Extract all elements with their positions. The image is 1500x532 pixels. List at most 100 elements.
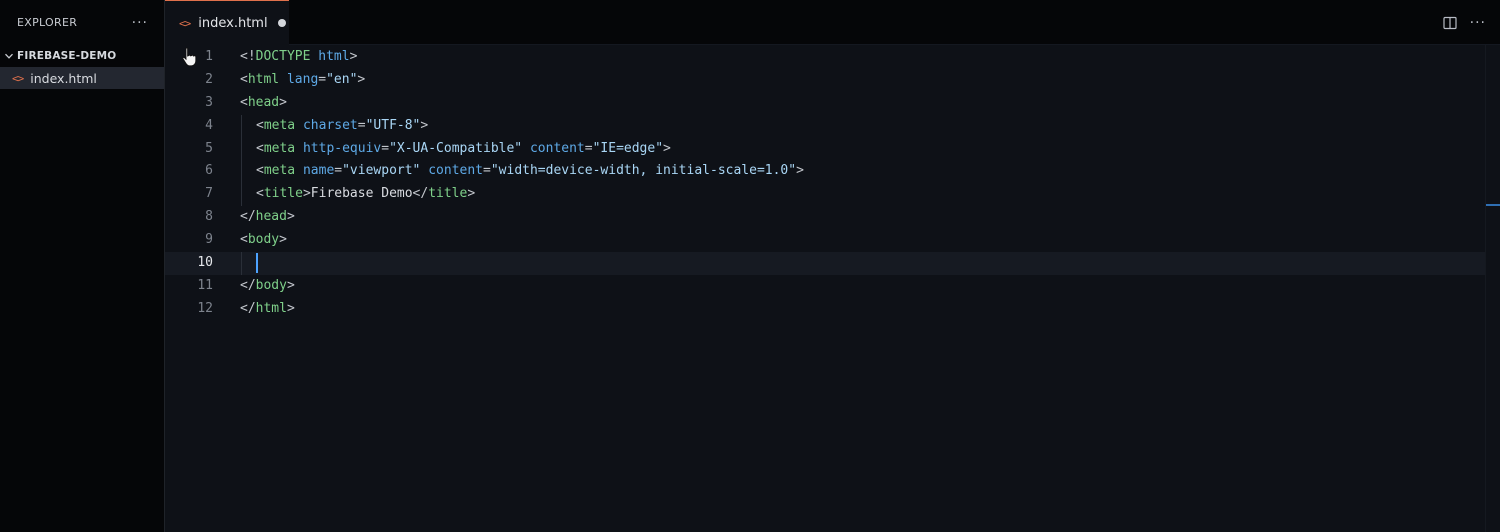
code-token: charset (302, 117, 358, 133)
code-token: lang (286, 71, 319, 87)
code-token: </ (412, 186, 429, 202)
code-token: <! (240, 49, 256, 64)
code-line[interactable]: 11 </body> (165, 275, 1486, 298)
code-token: > (286, 300, 295, 316)
code-token: title (428, 186, 468, 202)
indent-guide (240, 183, 256, 207)
code-token: body (255, 277, 287, 293)
file-item-index-html[interactable]: <> index.html (0, 67, 164, 89)
code-token: = (381, 140, 390, 156)
code-line[interactable]: 9 <body> (165, 229, 1486, 252)
code-token: = (483, 163, 491, 179)
code-token: "width=device-width, initial-scale=1.0" (490, 163, 797, 179)
code-line[interactable]: 12 </html> (165, 298, 1486, 321)
code-token: title (263, 186, 303, 202)
line-content: </head> (240, 206, 295, 229)
tab-label: index.html (198, 15, 268, 31)
code-token: > (286, 209, 295, 225)
code-token: http-equiv (302, 140, 382, 156)
line-content (240, 252, 258, 275)
code-token: = (357, 117, 366, 133)
tab-index-html[interactable]: <> index.html (165, 0, 289, 45)
indent-guide (240, 114, 256, 138)
code-token: "en" (326, 71, 358, 87)
folder-firebase-demo[interactable]: FIREBASE-DEMO (0, 45, 164, 67)
code-token: > (286, 277, 295, 293)
explorer-more-icon[interactable]: ··· (132, 16, 148, 30)
code-token: "X-UA-Compatible" (389, 140, 523, 156)
code-token: content (428, 163, 484, 179)
code-token: DOCTYPE (255, 49, 311, 64)
code-token: meta (263, 117, 296, 133)
unsaved-dot-icon[interactable] (277, 19, 286, 27)
tab-bar: <> index.html ··· (165, 0, 1500, 45)
code-editor[interactable]: 1 <!DOCTYPE html> 2 <html lang="en"> 3 <head>… (165, 45, 1486, 532)
code-line[interactable]: 4 <meta charset="UTF-8"> (165, 114, 1486, 138)
code-token: > (279, 94, 287, 110)
code-token: > (279, 232, 287, 248)
line-content: <body> (240, 229, 287, 252)
code-line[interactable]: 5 <meta http-equiv="X-UA-Compatible" cont… (165, 137, 1486, 161)
editor-more-icon[interactable]: ··· (1470, 15, 1486, 31)
code-token: < (240, 232, 248, 248)
chevron-down-icon (5, 53, 13, 59)
line-number: 3 (205, 94, 213, 110)
vertical-scrollbar[interactable] (1485, 45, 1500, 532)
text-caret (256, 252, 258, 273)
code-token: </ (240, 209, 256, 225)
line-number: 2 (205, 71, 213, 87)
code-token: < (256, 140, 264, 156)
editor-actions: ··· (1443, 0, 1486, 45)
split-editor-icon[interactable] (1443, 16, 1457, 30)
code-token: </ (240, 300, 256, 316)
code-line[interactable]: 6 <meta name="viewport" content="width=de… (165, 160, 1486, 184)
code-token: "IE=edge" (592, 140, 664, 156)
line-number: 12 (197, 300, 213, 316)
html-file-icon: <> (179, 16, 191, 30)
code-token: < (240, 71, 248, 87)
code-token: head (255, 209, 287, 225)
line-content: <meta name="viewport" content="width=dev… (240, 160, 804, 184)
folder-label: FIREBASE-DEMO (17, 50, 117, 62)
code-token: > (420, 117, 429, 133)
line-number: 1 (205, 49, 213, 64)
line-number: 7 (205, 186, 213, 202)
scrollbar-cursor-marker (1486, 204, 1500, 206)
code-token: = (318, 71, 327, 87)
code-line[interactable]: 10 (165, 252, 1486, 275)
explorer-title: EXPLORER (17, 16, 78, 29)
line-content: <!DOCTYPE html> (240, 46, 357, 69)
code-token: > (357, 71, 366, 87)
line-number: 10 (197, 255, 213, 271)
code-line[interactable]: 8 </head> (165, 206, 1486, 229)
line-content: <meta charset="UTF-8"> (240, 114, 429, 138)
code-token: body (247, 232, 280, 248)
code-line[interactable]: 1 <!DOCTYPE html> (165, 46, 1486, 69)
code-token: content (529, 140, 585, 156)
line-content: <title>Firebase Demo</title> (240, 183, 476, 207)
code-token: </ (240, 277, 256, 293)
code-line[interactable]: 2 <html lang="en"> (165, 69, 1486, 92)
code-line[interactable]: 7 <title>Firebase Demo</title> (165, 183, 1486, 207)
code-token: > (467, 186, 476, 202)
code-token: html (247, 71, 280, 87)
code-line[interactable]: 3 <head> (165, 92, 1486, 115)
indent-guide (240, 137, 256, 161)
line-number: 5 (205, 140, 213, 156)
line-content: </html> (240, 298, 295, 321)
line-content: <head> (240, 92, 287, 115)
line-content: <meta http-equiv="X-UA-Compatible" conte… (240, 137, 671, 161)
code-token: "viewport" (342, 163, 421, 179)
file-label: index.html (30, 70, 97, 86)
line-number: 8 (205, 209, 213, 225)
code-token: > (349, 49, 358, 64)
code-token: name (302, 163, 335, 179)
indent-guide (240, 160, 256, 184)
line-content: </body> (240, 275, 295, 298)
explorer-sidebar: EXPLORER ··· FIREBASE-DEMO <> index.html (0, 0, 165, 532)
code-token: "UTF-8" (365, 117, 421, 133)
